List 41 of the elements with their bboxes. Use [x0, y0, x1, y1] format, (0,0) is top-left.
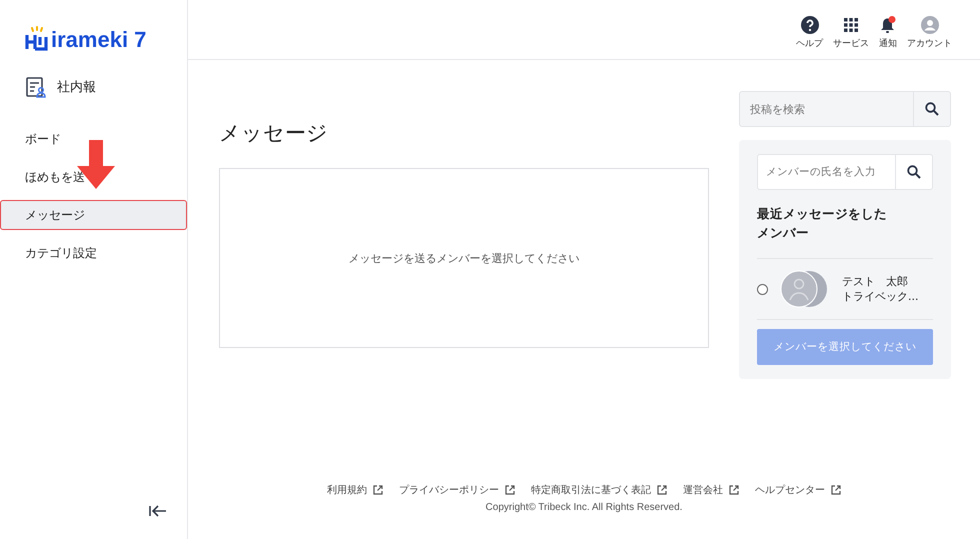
header-action[interactable]: ヘルプ — [796, 10, 823, 50]
header-action[interactable]: サービス — [833, 10, 869, 50]
sidebar-item[interactable]: カテゴリ設定 — [0, 238, 187, 268]
empty-message: メッセージを送るメンバーを選択してください — [348, 250, 580, 266]
external-link-icon — [729, 485, 739, 495]
member-name: テスト 太郎 — [842, 274, 909, 289]
member-search-field[interactable]: メンバーの氏名を入力 — [757, 154, 933, 190]
footer-link[interactable]: プライバシーポリシー — [399, 483, 499, 497]
search-icon[interactable] — [907, 165, 921, 179]
account-icon — [920, 16, 938, 34]
footer-link[interactable]: 利用規約 — [327, 483, 367, 497]
post-search-input[interactable]: 投稿を検索 — [740, 92, 913, 126]
external-link-icon — [373, 485, 383, 495]
post-search-field[interactable]: 投稿を検索 — [739, 91, 951, 127]
footer-link[interactable]: 特定商取引法に基づく表記 — [531, 483, 651, 497]
header-action[interactable]: アカウント — [907, 10, 952, 50]
external-link-icon — [831, 485, 841, 495]
footer-link[interactable]: 運営会社 — [683, 483, 723, 497]
radio-button[interactable] — [757, 284, 768, 294]
copyright: Copyright© Tribeck Inc. All Rights Reserved. — [484, 502, 684, 513]
sidebar-item[interactable]: ほめもを送 — [0, 162, 187, 192]
footer-link[interactable]: ヘルプセンター — [755, 483, 825, 497]
external-link-icon — [505, 485, 515, 495]
grid-icon — [844, 18, 858, 32]
help-icon — [800, 16, 818, 34]
bell-icon — [880, 16, 896, 34]
logo-text: irameki 7 — [51, 28, 146, 52]
external-link-icon — [657, 485, 667, 495]
section-title: 社内報 — [57, 79, 96, 96]
avatar-icon — [780, 270, 828, 308]
logo-icon — [24, 26, 50, 52]
newspaper-icon — [25, 76, 47, 98]
search-icon[interactable] — [925, 102, 939, 116]
header-action[interactable]: 通知 — [879, 10, 897, 50]
page-title: メッセージ — [219, 120, 329, 147]
collapse-icon[interactable] — [149, 505, 167, 517]
panel-heading: 最近メッセージをしたメンバー — [757, 205, 888, 242]
sidebar-item[interactable]: ボード — [0, 124, 187, 154]
sidebar-item[interactable]: メッセージ — [0, 200, 187, 230]
member-company: トライベック... — [842, 289, 918, 304]
member-search-input[interactable]: メンバーの氏名を入力 — [758, 155, 895, 189]
